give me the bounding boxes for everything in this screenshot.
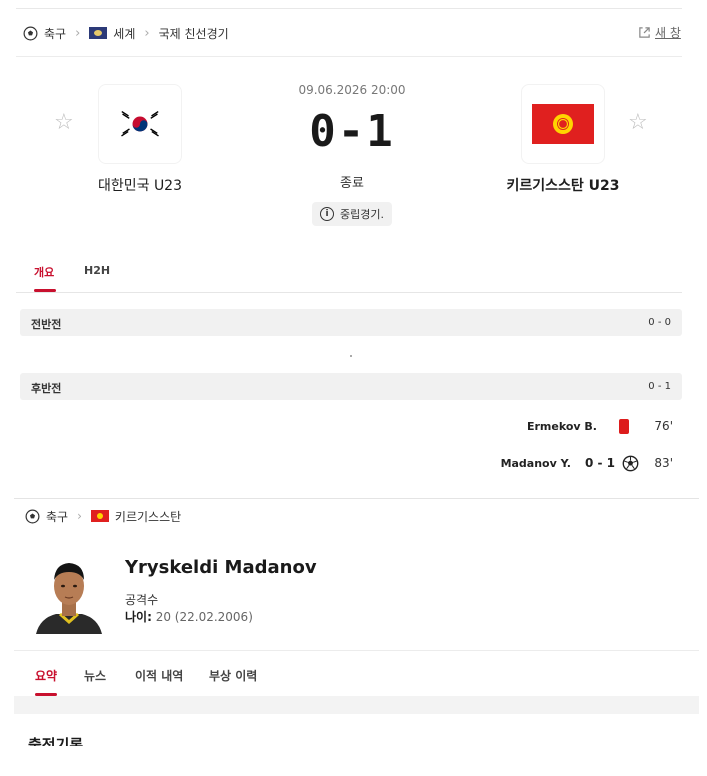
event-player[interactable]: Madanov Y. — [501, 457, 571, 470]
breadcrumb-sport[interactable]: 축구 — [46, 508, 68, 525]
neutral-venue-badge: i 중립경기. — [312, 202, 392, 226]
period-score: 0 - 1 — [648, 381, 671, 392]
tab-h2h[interactable]: H2H — [84, 264, 110, 277]
chevron-right-icon: › — [144, 25, 150, 41]
soccer-ball-icon — [622, 455, 639, 472]
chevron-right-icon: › — [77, 509, 82, 523]
korea-flag-icon — [117, 108, 163, 140]
kyrgyzstan-flag-icon — [90, 510, 109, 522]
match-datetime: 09.06.2026 20:00 — [298, 83, 406, 97]
event-minute: 83' — [654, 456, 673, 470]
info-icon: i — [320, 207, 334, 221]
breadcrumb-region[interactable]: 세계 — [113, 25, 135, 42]
player-photo — [28, 550, 110, 634]
soccer-ball-icon — [23, 26, 38, 41]
event-minute: 76' — [654, 419, 673, 433]
favorite-home-star-icon[interactable]: ☆ — [54, 112, 74, 134]
favorite-away-star-icon[interactable]: ☆ — [628, 112, 648, 134]
external-link-icon — [639, 27, 650, 38]
home-team-logo[interactable] — [98, 84, 182, 164]
breadcrumb-country[interactable]: 키르기스스탄 — [115, 508, 181, 525]
event-row[interactable]: Ermekov B. 76' — [527, 416, 673, 436]
match-score: 0-1 — [309, 106, 395, 157]
player-name: Yryskeldi Madanov — [125, 557, 317, 578]
tab-overview[interactable]: 요약 — [35, 667, 57, 684]
player-position: 공격수 — [125, 593, 159, 607]
match-tabs: 개요 H2H — [16, 256, 682, 293]
chevron-right-icon: › — [75, 25, 81, 41]
player-divider — [14, 650, 699, 651]
period-score: 0 - 0 — [648, 317, 671, 328]
section-title: 출전기록 — [28, 736, 84, 746]
period-label: 후반전 — [31, 382, 62, 395]
period-label: 전반전 — [31, 318, 62, 331]
world-flag-icon — [89, 27, 108, 39]
breadcrumb-competition[interactable]: 국제 친선경기 — [159, 25, 229, 42]
home-team-name[interactable]: 대한민국 U23 — [60, 175, 220, 195]
tab-news[interactable]: 뉴스 — [84, 667, 106, 684]
player-card — [14, 498, 699, 698]
age-value: 20 (22.02.2006) — [155, 610, 253, 624]
new-window-link[interactable]: 새 창 — [638, 24, 681, 41]
away-team-name[interactable]: 키르기스스탄 U23 — [478, 175, 648, 195]
event-row[interactable]: Madanov Y. 0 - 1 83' — [501, 453, 673, 473]
breadcrumb-sport[interactable]: 축구 — [44, 25, 66, 42]
neutral-label: 중립경기. — [340, 208, 384, 221]
event-score: 0 - 1 — [584, 456, 615, 470]
period-first-half: 전반전 0 - 0 — [20, 309, 682, 336]
player-breadcrumb: 축구 › 키르기스스탄 — [25, 506, 181, 526]
event-player[interactable]: Ermekov B. — [527, 420, 597, 433]
header-divider — [16, 56, 682, 57]
new-window-label: 새 창 — [655, 26, 681, 40]
content-band — [14, 696, 699, 714]
breadcrumb: 축구 › 세계 › 국제 친선경기 — [23, 23, 229, 43]
period-second-half: 후반전 0 - 1 — [20, 373, 682, 400]
tab-transfers[interactable]: 이적 내역 — [135, 667, 183, 684]
away-team-logo[interactable] — [521, 84, 605, 164]
active-tab-indicator — [34, 289, 56, 292]
top-divider — [16, 8, 682, 9]
player-age: 나이: 20 (22.02.2006) — [125, 608, 253, 625]
age-label: 나이: — [125, 610, 152, 624]
tab-injuries[interactable]: 부상 이력 — [209, 667, 257, 684]
kyrgyzstan-flag-icon — [532, 104, 594, 144]
match-status: 종료 — [340, 176, 364, 191]
tab-summary[interactable]: 개요 — [34, 264, 54, 280]
red-card-icon — [619, 418, 629, 434]
soccer-ball-icon — [25, 509, 40, 524]
empty-period-marker — [350, 355, 352, 357]
